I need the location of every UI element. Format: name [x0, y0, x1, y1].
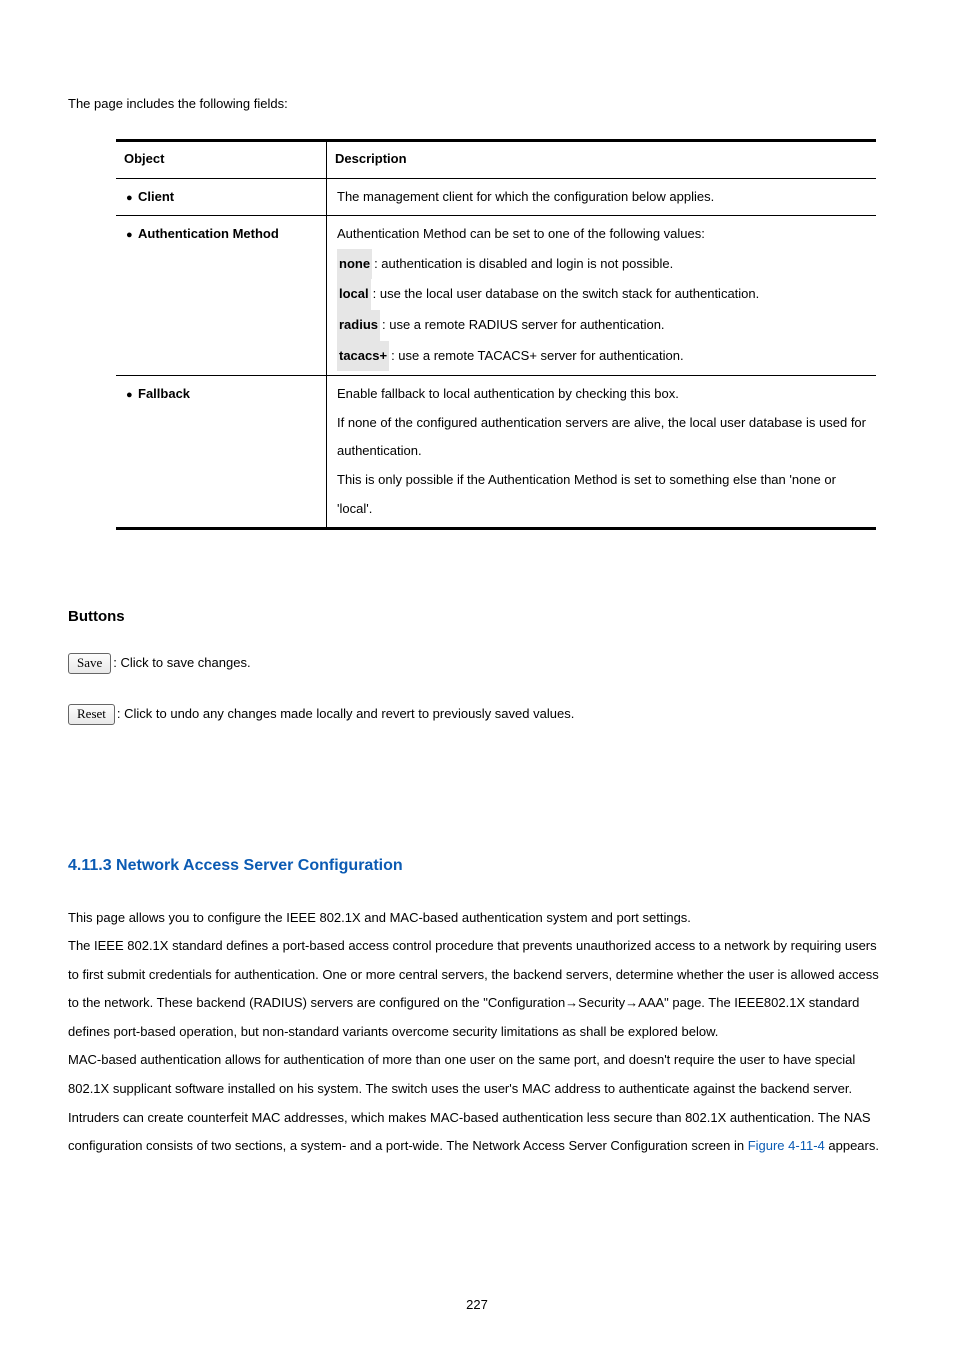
save-button[interactable]: Save [68, 653, 111, 674]
option-text: : use a remote RADIUS server for authent… [382, 317, 665, 332]
section-heading: 4.11.3 Network Access Server Configurati… [68, 848, 886, 883]
row-label: Client [138, 183, 174, 212]
fields-table: Object Description ● Client The manageme… [116, 139, 876, 531]
page-number: 227 [0, 1291, 954, 1320]
table-row: ● Fallback Enable fallback to local auth… [116, 376, 876, 529]
row-desc-line: Enable fallback to local authentication … [337, 380, 866, 409]
reset-button-row: Reset: Click to undo any changes made lo… [68, 700, 886, 729]
body-paragraph: The IEEE 802.1X standard defines a port-… [68, 932, 886, 1046]
figure-link[interactable]: Figure 4-11-4 [748, 1138, 825, 1153]
option-text: : use a remote TACACS+ server for authen… [391, 348, 684, 363]
body-text: appears. [825, 1138, 879, 1153]
buttons-heading: Buttons [68, 600, 886, 633]
option-prefix: radius [337, 310, 380, 341]
header-object: Object [116, 140, 327, 178]
row-label: Fallback [138, 380, 190, 409]
option-text: : use the local user database on the swi… [373, 286, 760, 301]
option-prefix: none [337, 249, 372, 280]
row-desc-line: local: use the local user database on th… [337, 279, 866, 310]
table-row: ● Authentication Method Authentication M… [116, 216, 876, 376]
reset-desc: : Click to undo any changes made locally… [117, 706, 574, 721]
row-desc-line: radius: use a remote RADIUS server for a… [337, 310, 866, 341]
save-button-row: Save: Click to save changes. [68, 649, 886, 678]
bullet-icon: ● [126, 224, 138, 241]
save-desc: : Click to save changes. [113, 655, 250, 670]
body-paragraph: MAC-based authentication allows for auth… [68, 1046, 886, 1160]
body-paragraph: This page allows you to configure the IE… [68, 904, 886, 933]
header-description: Description [327, 140, 877, 178]
table-row: ● Client The management client for which… [116, 178, 876, 216]
row-label: Authentication Method [138, 220, 279, 249]
row-desc-line: The management client for which the conf… [337, 183, 866, 212]
option-text: : authentication is disabled and login i… [374, 256, 673, 271]
reset-button[interactable]: Reset [68, 704, 115, 725]
option-prefix: local [337, 279, 371, 310]
option-prefix: tacacs+ [337, 341, 389, 372]
bullet-icon: ● [126, 187, 138, 204]
row-desc-line: This is only possible if the Authenticat… [337, 466, 866, 523]
row-desc-line: If none of the configured authentication… [337, 409, 866, 466]
intro-text: The page includes the following fields: [68, 90, 886, 119]
bullet-icon: ● [126, 384, 138, 401]
row-desc-line: tacacs+: use a remote TACACS+ server for… [337, 341, 866, 372]
row-desc-line: Authentication Method can be set to one … [337, 220, 866, 249]
row-desc-line: none: authentication is disabled and log… [337, 249, 866, 280]
